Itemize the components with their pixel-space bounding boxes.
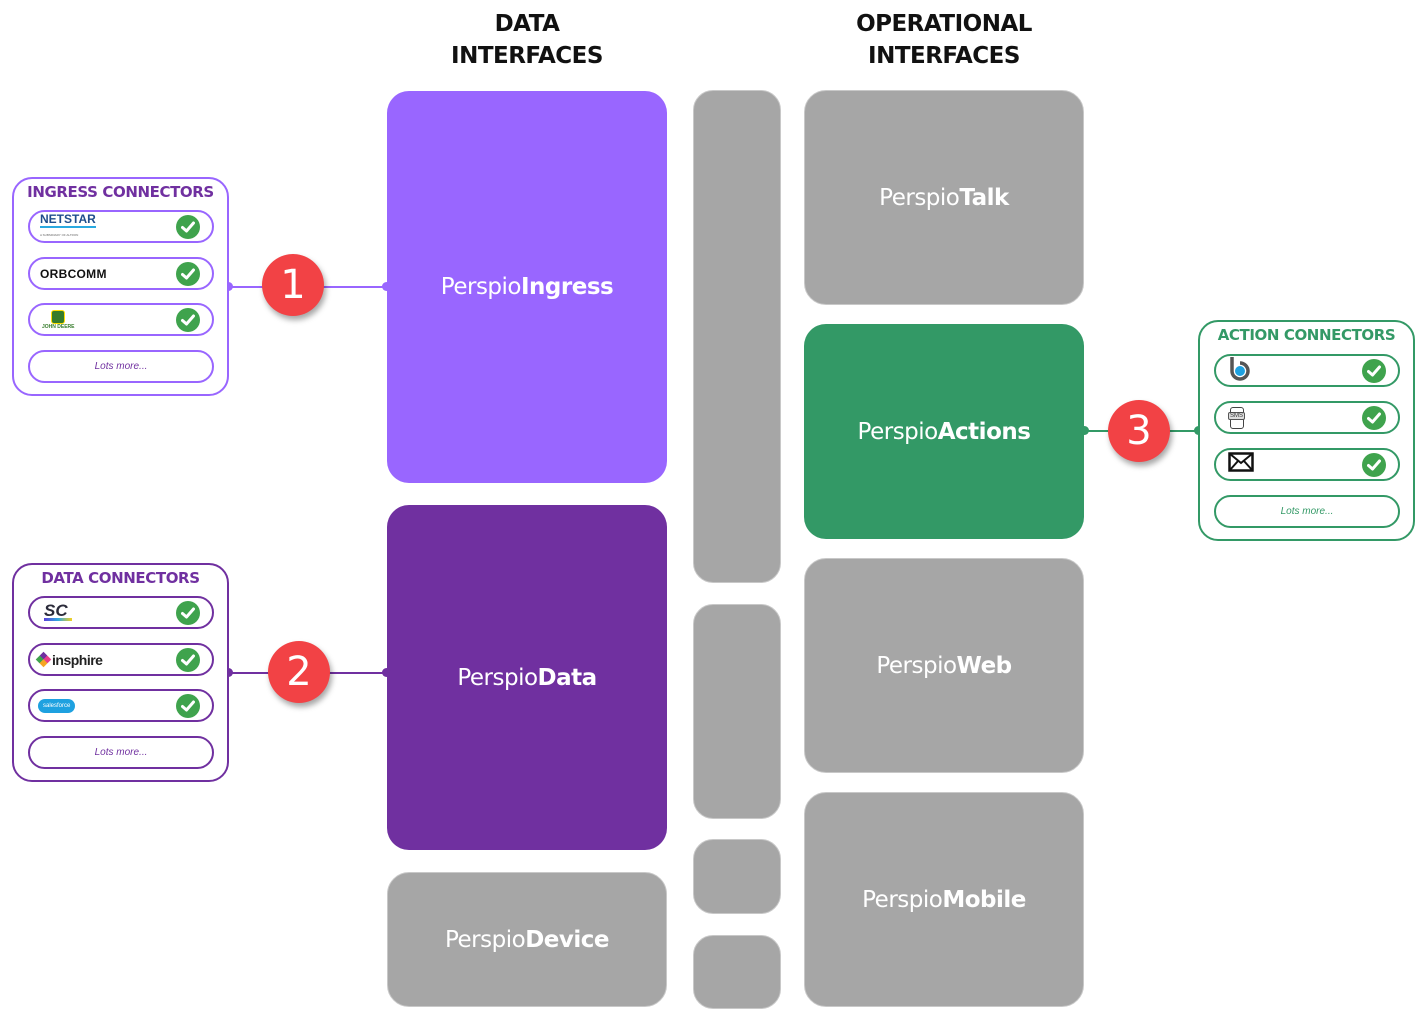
john-deere-logo: JOHN DEERE [42, 309, 75, 330]
insphire-logo: insphire [52, 651, 103, 668]
heading-line: OPERATIONAL [856, 11, 1032, 37]
logo-underline [40, 225, 96, 228]
perspio-talk-block[interactable]: Perspio Talk [804, 90, 1084, 305]
connector-item-insphire[interactable]: insphire [28, 643, 214, 676]
connector-item-sms[interactable]: SMS [1214, 401, 1400, 434]
block-suffix: Mobile [942, 886, 1026, 913]
step-badge-1: 1 [262, 254, 324, 316]
middle-bar-2 [693, 604, 781, 819]
panel-title: DATA CONNECTORS [41, 569, 200, 587]
check-icon [1362, 359, 1386, 383]
block-suffix: Data [537, 664, 598, 691]
perspio-ingress-block[interactable]: Perspio Ingress [387, 91, 667, 483]
ingress-connectors-panel: INGRESS CONNECTORS NETSTAR A SUBSIDIARY … [12, 177, 229, 396]
sc-logo: SC [44, 601, 72, 621]
lots-more-label: Lots more... [1280, 506, 1334, 517]
connector-item-netstar[interactable]: NETSTAR A SUBSIDIARY OF ALTRON [28, 210, 214, 243]
perspio-web-block[interactable]: Perspio Web [804, 558, 1084, 773]
panel-title: INGRESS CONNECTORS [27, 183, 214, 201]
connector-item-salesforce[interactable]: salesforce [28, 689, 214, 722]
deer-icon [51, 309, 66, 324]
lots-more-button[interactable]: Lots more... [28, 350, 214, 383]
check-icon [176, 648, 200, 672]
block-suffix: Talk [959, 184, 1009, 211]
connector-item-orbcomm[interactable]: ORBCOMM [28, 257, 214, 290]
block-suffix: Ingress [520, 274, 614, 300]
heading-operational-interfaces: OPERATIONAL INTERFACES [824, 8, 1064, 72]
heading-line: DATA [494, 11, 560, 37]
block-suffix: Web [956, 652, 1013, 679]
perspio-actions-block[interactable]: Perspio Actions [804, 324, 1084, 539]
logo-subtext: A SUBSIDIARY OF ALTRON [40, 232, 79, 237]
connector-dot [382, 668, 391, 677]
check-icon [176, 308, 200, 332]
connector-dot [1080, 426, 1089, 435]
orbcomm-logo: ORBCOMM [40, 266, 107, 281]
heading-line: INTERFACES [868, 43, 1020, 69]
netstar-logo: NETSTAR A SUBSIDIARY OF ALTRON [40, 211, 96, 240]
block-prefix: Perspio [444, 926, 526, 953]
sms-phone-icon: SMS [1228, 406, 1246, 429]
check-icon [1362, 453, 1386, 477]
block-suffix: Actions [937, 418, 1031, 445]
logo-text: JOHN DEERE [42, 323, 75, 330]
check-icon [1362, 406, 1386, 430]
connector-item-john-deere[interactable]: JOHN DEERE [28, 303, 214, 336]
email-icon [1228, 452, 1254, 477]
salesforce-logo: salesforce [38, 698, 76, 713]
insphire-icon [35, 651, 52, 668]
block-prefix: Perspio [879, 184, 960, 211]
lots-more-label: Lots more... [94, 747, 148, 758]
perspio-data-block[interactable]: Perspio Data [387, 505, 667, 850]
perspio-mobile-block[interactable]: Perspio Mobile [804, 792, 1084, 1007]
panel-title: ACTION CONNECTORS [1217, 326, 1396, 344]
b-logo-icon [1226, 355, 1252, 386]
middle-bar-1 [693, 90, 781, 583]
block-prefix: Perspio [440, 274, 522, 300]
connector-item-sc[interactable]: SC [28, 596, 214, 629]
data-connectors-panel: DATA CONNECTORS SC insphire salesforce L… [12, 563, 229, 782]
heading-line: INTERFACES [451, 43, 603, 69]
block-prefix: Perspio [457, 664, 538, 691]
connector-item-email[interactable] [1214, 448, 1400, 481]
lots-more-button[interactable]: Lots more... [1214, 495, 1400, 528]
middle-bar-4 [693, 935, 781, 1009]
connector-item-b-logo[interactable] [1214, 354, 1400, 387]
middle-bar-3 [693, 839, 781, 914]
check-icon [176, 601, 200, 625]
check-icon [176, 262, 200, 286]
step-badge-2: 2 [268, 641, 330, 703]
check-icon [176, 215, 200, 239]
check-icon [176, 694, 200, 718]
action-connectors-panel: ACTION CONNECTORS SMS Lots more... [1198, 320, 1415, 541]
sms-label: SMS [1228, 411, 1246, 420]
step-badge-3: 3 [1108, 400, 1170, 462]
perspio-device-block[interactable]: Perspio Device [387, 872, 667, 1007]
logo-text: NETSTAR [40, 211, 96, 226]
block-prefix: Perspio [876, 652, 957, 679]
connector-dot [382, 282, 391, 291]
lots-more-button[interactable]: Lots more... [28, 736, 214, 769]
block-prefix: Perspio [857, 418, 939, 445]
lots-more-label: Lots more... [94, 361, 148, 372]
block-suffix: Device [525, 926, 609, 953]
logo-text: SC [44, 601, 68, 620]
logo-text: insphire [52, 651, 103, 668]
heading-data-interfaces: DATA INTERFACES [427, 8, 627, 72]
block-prefix: Perspio [862, 886, 943, 913]
